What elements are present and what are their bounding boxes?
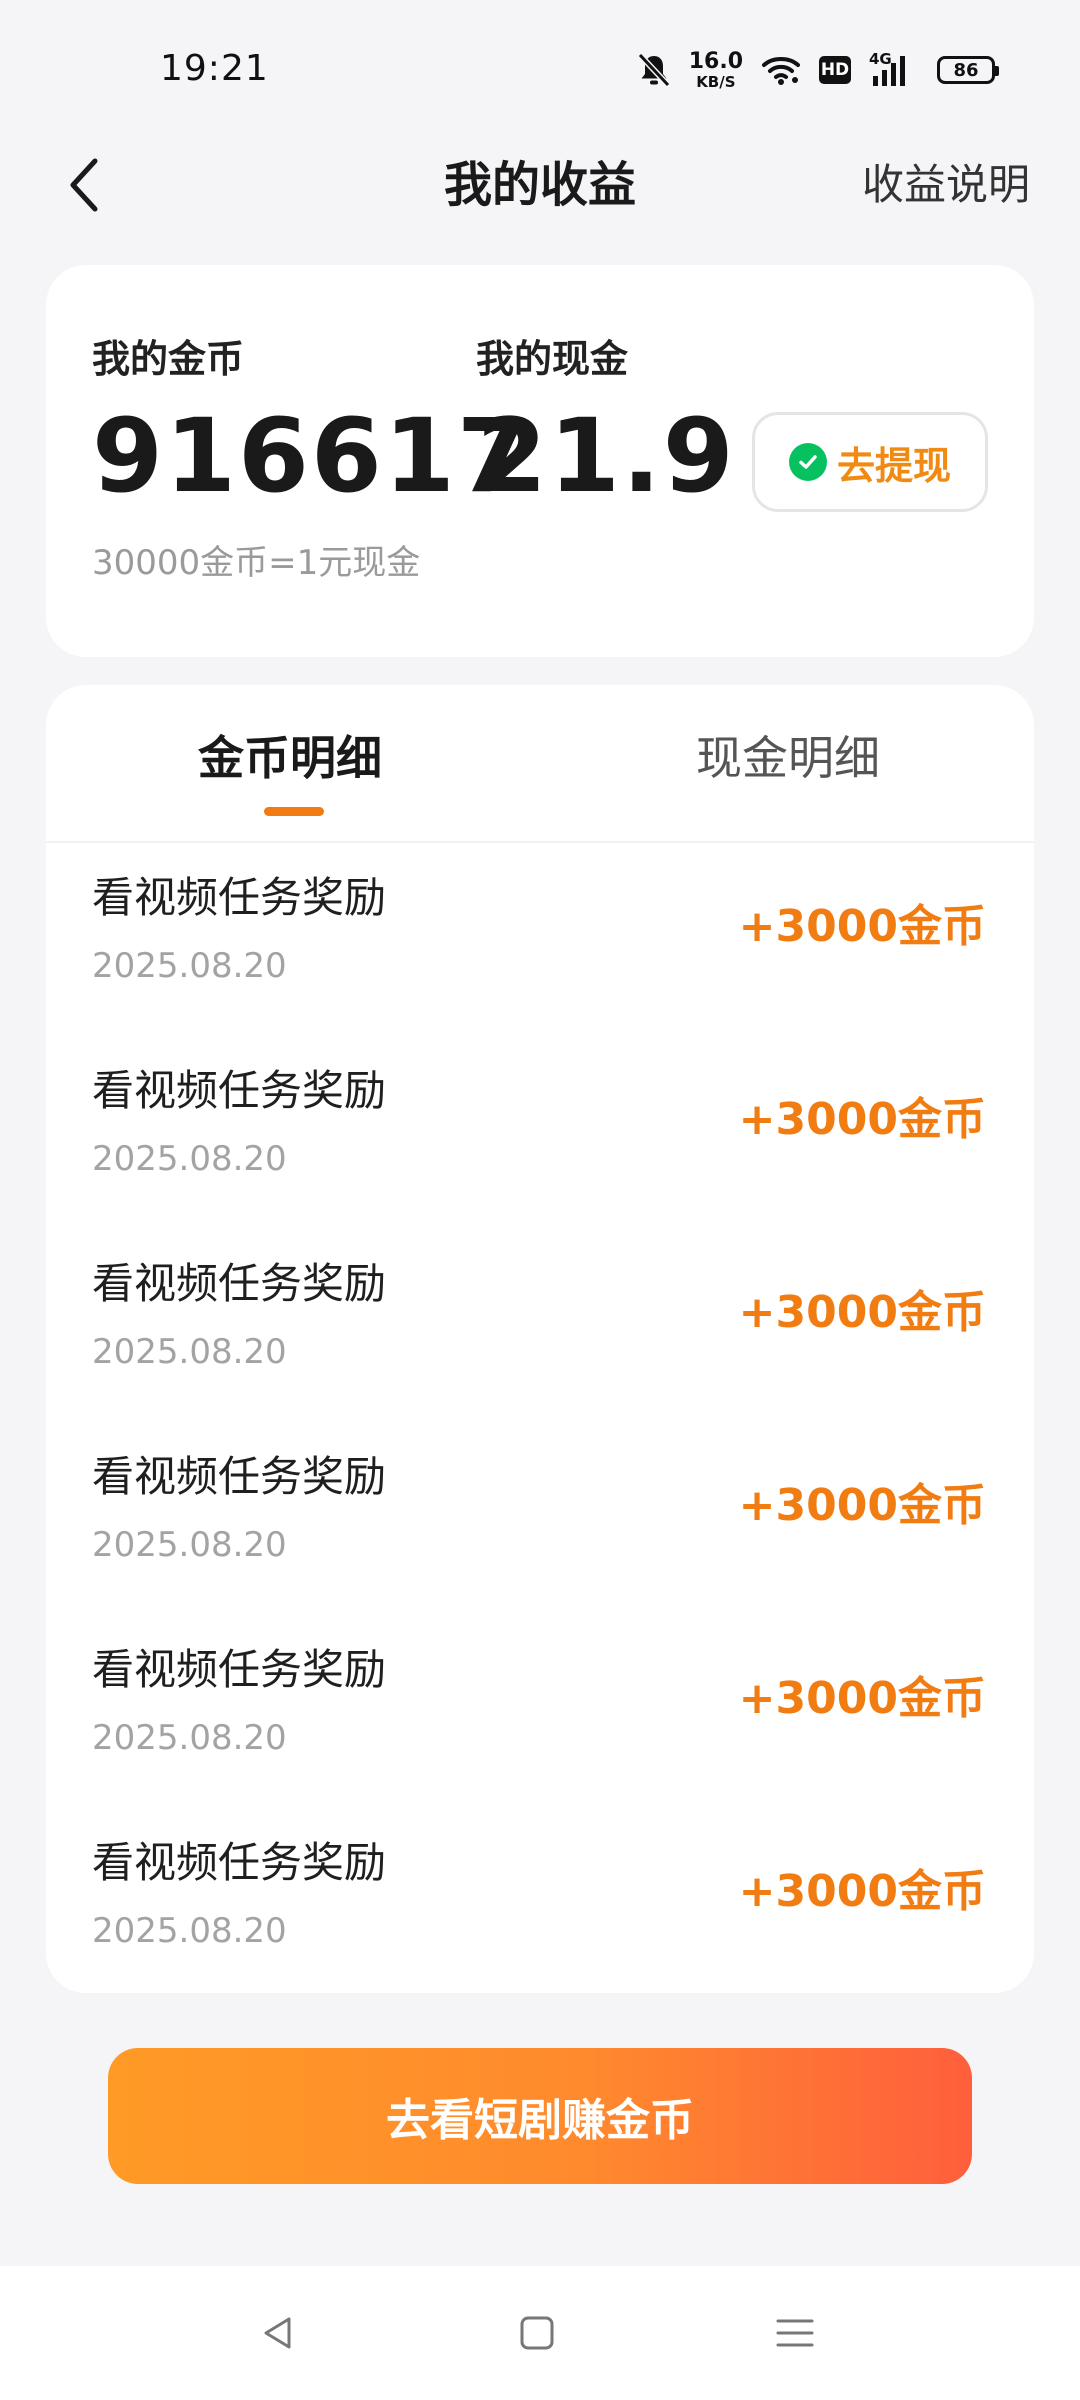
details-card: 金币明细 现金明细 看视频任务奖励 2025.08.20 +3000金币 看视频… (46, 685, 1034, 1993)
wechat-icon (788, 443, 827, 481)
coins-label: 我的金币 (92, 337, 245, 381)
status-bar: 19:21 16.0 KB/S HD 4G 86 (0, 0, 1080, 140)
network-speed-value: 16.0 (688, 48, 743, 74)
record-amount: +3000金币 (738, 901, 986, 952)
status-icons: 16.0 KB/S HD 4G 86 (637, 48, 999, 92)
list-item: 看视频任务奖励 2025.08.20 +3000金币 (46, 1420, 1034, 1613)
record-title: 看视频任务奖励 (92, 873, 387, 922)
network-speed: 16.0 KB/S (688, 48, 743, 91)
cash-value: 21.9 (476, 397, 736, 516)
coins-summary: 我的金币 916617 (92, 340, 530, 508)
record-title: 看视频任务奖励 (92, 1645, 387, 1694)
record-amount: +3000金币 (738, 1094, 986, 1145)
battery-icon: 86 (937, 56, 999, 84)
record-title: 看视频任务奖励 (92, 1066, 387, 1115)
wallet-card: 我的金币 916617 我的现金 21.9 30000金币=1元现金 去提现 (46, 265, 1034, 657)
signal-icon: 4G (869, 50, 919, 90)
list-item: 看视频任务奖励 2025.08.20 +3000金币 (46, 1806, 1034, 1993)
record-title: 看视频任务奖励 (92, 1838, 387, 1887)
chevron-left-icon (65, 155, 105, 215)
exchange-rate-note: 30000金币=1元现金 (92, 543, 421, 583)
record-amount: +3000金币 (738, 1287, 986, 1338)
earnings-explanation-link[interactable]: 收益说明 (862, 130, 1030, 240)
record-date: 2025.08.20 (92, 1525, 287, 1565)
system-navigation-bar (0, 2266, 1080, 2400)
tab-coin-details[interactable]: 金币明细 (198, 735, 382, 781)
triangle-back-icon (258, 2313, 298, 2353)
network-speed-unit: KB/S (696, 72, 736, 91)
wifi-icon (761, 54, 801, 86)
cash-summary: 我的现金 21.9 (476, 340, 736, 508)
record-date: 2025.08.20 (92, 1139, 287, 1179)
record-title: 看视频任务奖励 (92, 1452, 387, 1501)
active-tab-indicator (264, 807, 324, 816)
record-date: 2025.08.20 (92, 1718, 287, 1758)
withdraw-button[interactable]: 去提现 (752, 412, 988, 512)
watch-dramas-earn-coins-button[interactable]: 去看短剧赚金币 (108, 2048, 972, 2184)
record-amount: +3000金币 (738, 1866, 986, 1917)
cash-label: 我的现金 (476, 337, 629, 381)
menu-lines-icon (775, 2313, 815, 2353)
nav-back-button[interactable] (245, 2300, 311, 2366)
back-button[interactable] (50, 145, 120, 225)
detail-tabs: 金币明细 现金明细 (46, 685, 1034, 843)
record-date: 2025.08.20 (92, 1332, 287, 1372)
nav-menu-button[interactable] (762, 2300, 828, 2366)
tab-cash-details[interactable]: 现金明细 (696, 735, 880, 781)
list-item: 看视频任务奖励 2025.08.20 +3000金币 (46, 841, 1034, 1034)
record-date: 2025.08.20 (92, 1911, 287, 1951)
record-date: 2025.08.20 (92, 946, 287, 986)
hd-badge: HD (819, 56, 851, 84)
withdraw-label: 去提现 (836, 443, 951, 488)
header: 我的收益 收益说明 (0, 130, 1080, 240)
record-title: 看视频任务奖励 (92, 1259, 387, 1308)
list-item: 看视频任务奖励 2025.08.20 +3000金币 (46, 1034, 1034, 1227)
nav-home-button[interactable] (504, 2300, 570, 2366)
list-item: 看视频任务奖励 2025.08.20 +3000金币 (46, 1227, 1034, 1420)
record-amount: +3000金币 (738, 1673, 986, 1724)
record-amount: +3000金币 (738, 1480, 986, 1531)
status-time: 19:21 (160, 48, 269, 89)
coins-value: 916617 (92, 397, 530, 516)
square-home-icon (517, 2313, 557, 2353)
mute-bell-icon (637, 52, 671, 88)
list-item: 看视频任务奖励 2025.08.20 +3000金币 (46, 1613, 1034, 1806)
